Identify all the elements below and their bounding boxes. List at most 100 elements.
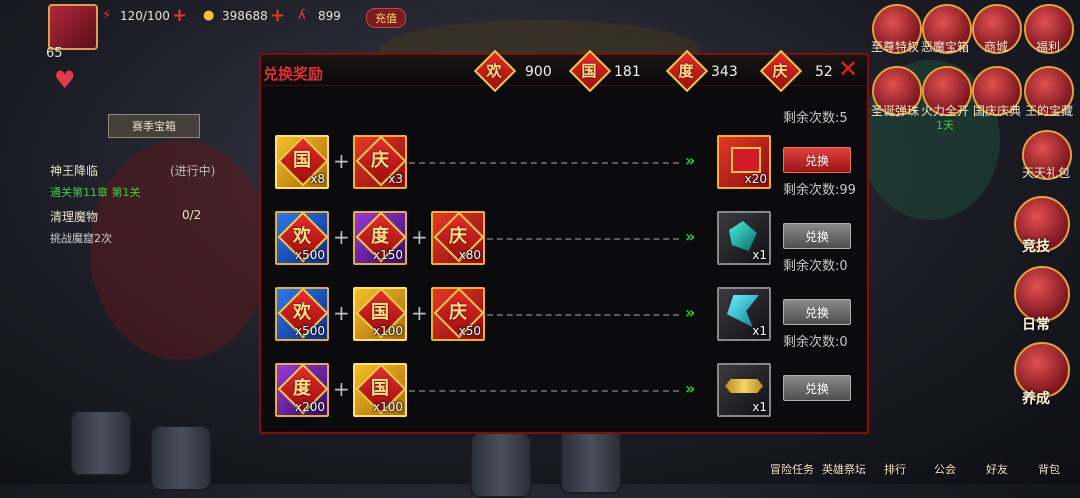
quest-name[interactable]: 神王降临 bbox=[50, 162, 98, 179]
huan-token-icon: 欢 x500 bbox=[275, 211, 329, 265]
barrel-decoration bbox=[470, 432, 532, 498]
remaining-count: 剩余次数:0 bbox=[783, 259, 848, 274]
arena-label: 竞技 bbox=[1022, 239, 1050, 255]
item-quantity: x150 bbox=[372, 248, 403, 262]
currency-huan: 欢 900 bbox=[473, 49, 552, 93]
currency-du: 度 343 bbox=[665, 49, 738, 93]
nav-ranking[interactable]: 排行 bbox=[884, 461, 906, 477]
currency-value: 52 bbox=[815, 64, 833, 80]
item-quantity: x80 bbox=[458, 248, 481, 262]
item-quantity: x20 bbox=[744, 172, 767, 186]
menu-label: 至尊特权 bbox=[870, 40, 919, 54]
heart-icon[interactable]: ♥ bbox=[54, 66, 76, 94]
add-energy-button[interactable]: + bbox=[172, 5, 187, 26]
hero-cyan-icon bbox=[727, 295, 759, 327]
currency-value: 181 bbox=[614, 64, 641, 80]
energy-icon: ⚡ bbox=[102, 8, 112, 23]
season-chest-button[interactable]: 赛季宝箱 bbox=[108, 114, 200, 138]
firepower-badge-icon bbox=[725, 379, 763, 393]
close-icon[interactable]: ✕ bbox=[836, 57, 860, 82]
nav-friends[interactable]: 好友 bbox=[986, 461, 1008, 477]
du-token-icon: 度 bbox=[665, 49, 709, 93]
remaining-count: 剩余次数:5 bbox=[783, 111, 848, 126]
plus-icon: + bbox=[411, 225, 428, 249]
menu-label: 天天礼包 bbox=[1021, 166, 1070, 180]
quest-status: (进行中) bbox=[170, 164, 216, 178]
du-token-icon: 度 x150 bbox=[353, 211, 407, 265]
qing-token-icon: 庆 x50 bbox=[431, 287, 485, 341]
nav-backpack[interactable]: 背包 bbox=[1038, 461, 1060, 477]
guo-token-icon: 国 x8 bbox=[275, 135, 329, 189]
item-quantity: x200 bbox=[294, 400, 325, 414]
plus-icon: + bbox=[333, 149, 350, 173]
dialog-title: 兑换奖励 bbox=[263, 65, 324, 83]
hero-teal-icon[interactable]: x1 bbox=[717, 211, 771, 265]
quest-panel: 赛季宝箱 神王降临 (进行中) 通关第11章 第1关 清理魔物 0/2 挑战魔窟… bbox=[46, 104, 261, 245]
item-quantity: x1 bbox=[752, 324, 767, 338]
connector-line bbox=[487, 238, 679, 240]
double-arrow-icon: » bbox=[685, 379, 696, 398]
nav-adventure-task[interactable]: 冒险任务 bbox=[770, 461, 814, 477]
guo-token-icon: 国 bbox=[568, 49, 612, 93]
nav-guild[interactable]: 公会 bbox=[934, 461, 956, 477]
du-token-icon: 度 x200 bbox=[275, 363, 329, 417]
qing-token-icon: 庆 x3 bbox=[353, 135, 407, 189]
plus-icon: + bbox=[333, 225, 350, 249]
exchange-button[interactable]: 兑换 bbox=[783, 147, 851, 173]
gift-box-icon bbox=[731, 147, 761, 173]
item-quantity: x500 bbox=[294, 324, 325, 338]
nav-hero-altar[interactable]: 英雄祭坛 bbox=[822, 461, 866, 477]
plus-icon: + bbox=[333, 301, 350, 325]
player-avatar[interactable] bbox=[48, 4, 98, 50]
exchange-button[interactable]: 兑换 bbox=[783, 223, 851, 249]
connector-line bbox=[409, 390, 679, 392]
qing-token-icon: 庆 bbox=[759, 49, 803, 93]
currency-value: 900 bbox=[525, 64, 552, 80]
exchange-button[interactable]: 兑换 bbox=[783, 299, 851, 325]
connector-line bbox=[487, 314, 679, 316]
menu-label: 恶魔宝箱 bbox=[920, 40, 969, 54]
exchange-row: 国 x8 + 庆 x3 » x20 兑换 剩余次数:99 bbox=[261, 131, 867, 198]
gold-value: 398688 bbox=[222, 9, 268, 23]
item-quantity: x50 bbox=[458, 324, 481, 338]
hero-cyan-icon[interactable]: x1 bbox=[717, 287, 771, 341]
gift-box-icon[interactable]: x20 bbox=[717, 135, 771, 189]
hero-teal-icon bbox=[729, 221, 757, 251]
menu-label: 福利 bbox=[1035, 40, 1060, 54]
player-level: 65 bbox=[46, 46, 63, 61]
quest-status: 0/2 bbox=[182, 208, 202, 222]
guo-token-icon: 国 x100 bbox=[353, 287, 407, 341]
connector-line bbox=[409, 162, 679, 164]
exchange-list[interactable]: 剩余次数:5 国 x8 + 庆 x3 » x20 兑换 剩余次数:99 欢 x5… bbox=[261, 87, 867, 430]
firepower-badge-icon[interactable]: x1 bbox=[717, 363, 771, 417]
develop-label: 养成 bbox=[1022, 391, 1050, 407]
menu-label: 国庆庆典 bbox=[972, 104, 1021, 118]
item-quantity: x500 bbox=[294, 248, 325, 262]
currency-qing: 庆 52 bbox=[759, 49, 833, 93]
item-quantity: x1 bbox=[752, 248, 767, 262]
menu-label: 圣诞弹珠 bbox=[870, 104, 919, 118]
charge-button[interactable]: 充值 bbox=[366, 8, 406, 28]
double-arrow-icon: » bbox=[685, 303, 696, 322]
event-timer: 1天 bbox=[936, 119, 954, 132]
quest-name: 通关第11章 第1关 bbox=[50, 186, 141, 199]
top-hud: ⚡ 120/100 + ● 398688 + ʎ 899 充值 bbox=[0, 0, 430, 50]
quest-name: 挑战魔窟2次 bbox=[50, 232, 112, 245]
exchange-dialog: 兑换奖励 欢 900 国 181 度 343 庆 52 ✕ 剩余次数:5 国 x… bbox=[259, 49, 869, 434]
barrel-decoration bbox=[560, 428, 622, 494]
stamina-value: 899 bbox=[318, 9, 341, 23]
barrel-decoration bbox=[70, 410, 132, 476]
item-quantity: x100 bbox=[372, 324, 403, 338]
menu-label: 商城 bbox=[983, 40, 1008, 54]
guo-token-icon: 国 x100 bbox=[353, 363, 407, 417]
energy-value: 120/100 bbox=[120, 9, 170, 23]
exchange-button[interactable]: 兑换 bbox=[783, 375, 851, 401]
plus-icon: + bbox=[411, 301, 428, 325]
item-quantity: x1 bbox=[752, 400, 767, 414]
huan-token-icon: 欢 x500 bbox=[275, 287, 329, 341]
add-gold-button[interactable]: + bbox=[270, 5, 285, 26]
menu-label: 王的宝藏 bbox=[1024, 104, 1073, 118]
quest-name[interactable]: 清理魔物 bbox=[50, 208, 98, 225]
qing-token-icon: 庆 x80 bbox=[431, 211, 485, 265]
remaining-count: 剩余次数:99 bbox=[783, 183, 856, 198]
